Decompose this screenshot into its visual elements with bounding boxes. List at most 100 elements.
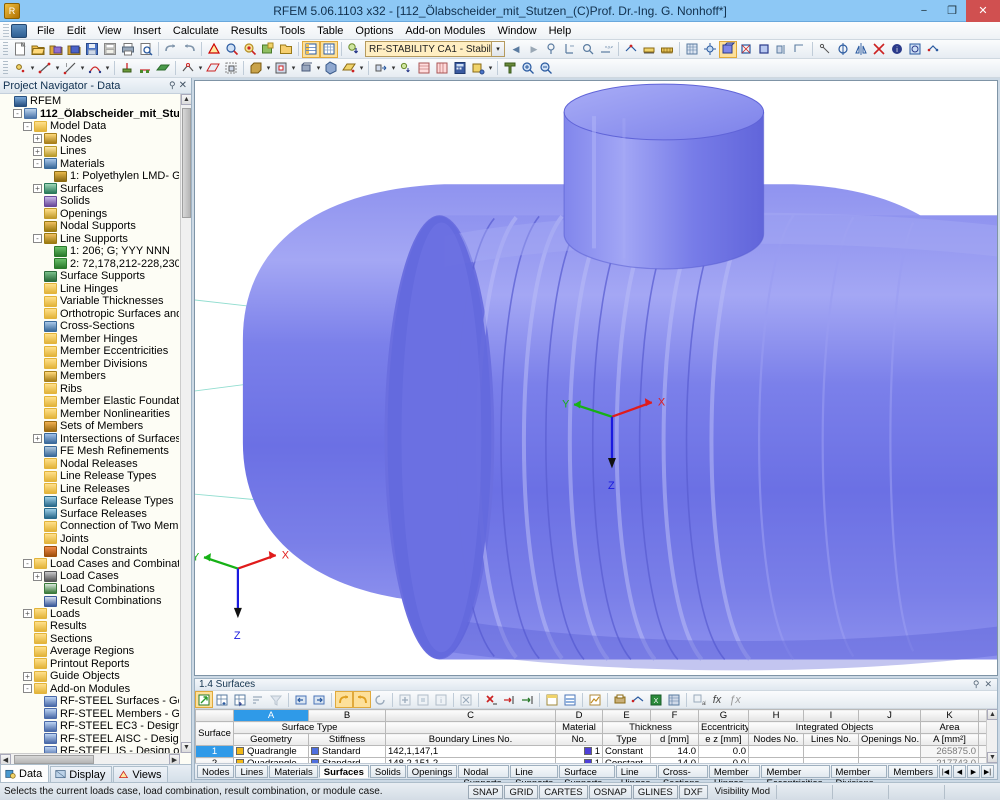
calc-icon[interactable] xyxy=(451,60,469,77)
dimension-icon[interactable] xyxy=(791,41,809,58)
tree-item[interactable]: Nodal Constraints xyxy=(0,545,179,558)
cell-material-no[interactable]: 1 xyxy=(555,757,603,763)
menu-item-file[interactable]: File xyxy=(31,24,61,38)
row-header-surface-no[interactable]: 1 xyxy=(195,745,234,758)
cell-nodes-no[interactable] xyxy=(748,745,804,758)
navigator-tab-data[interactable]: Data xyxy=(0,764,50,782)
column-letter-a[interactable]: A xyxy=(233,709,309,722)
load-table-icon[interactable]: x,y,z xyxy=(597,41,615,58)
tree-item[interactable]: RF-STEEL Members - General stru xyxy=(0,708,179,721)
bearing-icon[interactable] xyxy=(640,41,658,58)
scroll-right-button[interactable]: ▶ xyxy=(169,754,180,764)
table-select-icon[interactable] xyxy=(414,691,432,708)
tree-item[interactable]: Member Elastic Foundations xyxy=(0,395,179,408)
table-print-icon[interactable] xyxy=(611,691,629,708)
tree-item[interactable]: Surface Releases xyxy=(0,508,179,521)
zoom-in-icon[interactable] xyxy=(223,41,241,58)
link-icon[interactable] xyxy=(924,41,942,58)
cell-boundary-lines[interactable]: 148,2,151,2 xyxy=(385,757,556,763)
menu-item-results[interactable]: Results xyxy=(225,24,274,38)
tree-item[interactable]: Surface Supports xyxy=(0,270,179,283)
surfaces-grid[interactable]: A B C D E F G H I J K L xyxy=(195,709,997,763)
status-toggle-grid[interactable]: GRID xyxy=(504,784,539,799)
table-layout-cols-icon[interactable] xyxy=(561,691,579,708)
column-letter-d[interactable]: D xyxy=(555,709,603,722)
cell-thickness-d[interactable]: 14.0 xyxy=(650,745,699,758)
tab-first-button[interactable]: |◀ xyxy=(939,765,952,778)
menu-item-help[interactable]: Help xyxy=(543,24,578,38)
table-tab-surface-supports[interactable]: Surface Supports xyxy=(559,765,615,789)
expand-toggle-icon[interactable]: + xyxy=(33,134,42,144)
table-tab-members[interactable]: Members xyxy=(888,765,938,778)
column-letter-e[interactable]: E xyxy=(602,709,651,722)
column-letter-b[interactable]: B xyxy=(308,709,386,722)
column-letter-g[interactable]: G xyxy=(698,709,749,722)
tree-item[interactable]: + Nodes xyxy=(0,133,179,146)
table-tab-openings[interactable]: Openings xyxy=(406,765,458,778)
grid-scrollbar-vertical[interactable]: ▲ ▼ xyxy=(986,709,997,763)
cell-geometry[interactable]: Quadrangle xyxy=(233,757,309,763)
table-edit2-icon[interactable] xyxy=(433,60,451,77)
expand-toggle-icon[interactable]: + xyxy=(33,434,42,444)
cell-boundary-lines[interactable]: 142,1,147,1 xyxy=(385,745,556,758)
table-tab-solids[interactable]: Solids xyxy=(369,765,406,778)
folder-open-icon[interactable] xyxy=(277,41,295,58)
zoom-out-icon[interactable] xyxy=(537,60,555,77)
cell-stiffness[interactable]: Standard xyxy=(308,745,386,758)
cell-material-no[interactable]: 1 xyxy=(555,745,603,758)
line-support-icon[interactable] xyxy=(136,60,154,77)
model-viewport-3d[interactable]: X Y Z X Y Z xyxy=(194,80,998,676)
tree-item[interactable]: Member Divisions xyxy=(0,358,179,371)
tree-item[interactable]: Load Combinations xyxy=(0,583,179,596)
tree-item[interactable]: 1: 206; G; YYY NNN xyxy=(0,245,179,258)
info-icon[interactable]: i xyxy=(888,41,906,58)
column-letter-i[interactable]: I xyxy=(803,709,859,722)
tree-item[interactable]: + Surfaces xyxy=(0,183,179,196)
tree-item[interactable]: Ribs xyxy=(0,383,179,396)
tree-item[interactable]: Connection of Two Members xyxy=(0,520,179,533)
table-excel-icon[interactable]: X xyxy=(647,691,665,708)
node-dropdown-icon[interactable]: ▾ xyxy=(29,64,36,72)
tree-item[interactable]: Result Combinations xyxy=(0,595,179,608)
table-tab-member-eccentricities[interactable]: Member Eccentricities xyxy=(761,765,830,789)
tree-item[interactable]: 2: 72,178,212-228,230,231; G; xyxy=(0,258,179,271)
member-dropdown-icon[interactable]: ▾ xyxy=(315,64,322,72)
corner-header[interactable] xyxy=(195,709,234,722)
tree-item[interactable]: Nodal Releases xyxy=(0,458,179,471)
table-refresh-icon[interactable] xyxy=(371,691,389,708)
collapse-toggle-icon[interactable]: - xyxy=(13,109,22,119)
hinge-dropdown-icon[interactable]: ▾ xyxy=(197,64,204,72)
tree-item[interactable]: Members xyxy=(0,370,179,383)
table-green-arrow-icon[interactable] xyxy=(195,691,213,708)
line-dim-dropdown-icon[interactable]: ▾ xyxy=(79,64,86,72)
delete-cross-icon[interactable] xyxy=(870,41,888,58)
line-icon[interactable] xyxy=(36,60,54,77)
opening-dropdown-icon[interactable]: ▾ xyxy=(290,64,297,72)
cell-lines-no[interactable] xyxy=(803,745,859,758)
expand-toggle-icon[interactable]: + xyxy=(23,609,32,619)
expand-toggle-icon[interactable]: + xyxy=(33,184,42,194)
tree-scrollbar-horizontal[interactable]: ◀ ▶ xyxy=(0,753,180,764)
cell-eccentricity-ez[interactable]: 0.0 xyxy=(698,745,749,758)
member-icon[interactable] xyxy=(297,60,315,77)
scroll-up-button[interactable]: ▲ xyxy=(181,94,191,105)
table-link-icon[interactable] xyxy=(629,691,647,708)
tree-item[interactable]: RFEM xyxy=(0,95,179,108)
tree-item[interactable]: Surface Release Types xyxy=(0,495,179,508)
table-tab-surfaces[interactable]: Surfaces xyxy=(318,765,369,778)
cell-lines-no[interactable] xyxy=(803,757,859,763)
table-row[interactable]: 2QuadrangleStandard148,2,151,21Constant1… xyxy=(195,757,997,763)
collapse-toggle-icon[interactable]: - xyxy=(23,684,32,694)
status-toggle-dxf[interactable]: DXF xyxy=(678,784,708,799)
opening-icon[interactable] xyxy=(272,60,290,77)
fe-mesh-icon[interactable] xyxy=(683,41,701,58)
table-row[interactable]: 1 Quadrangle Standard 142,1,147,1 1 Constant 1… xyxy=(195,745,997,758)
tree-item[interactable]: + Load Cases xyxy=(0,570,179,583)
zoom-window-icon[interactable] xyxy=(241,41,259,58)
table-delete-row-icon[interactable] xyxy=(482,691,500,708)
table-undo-icon[interactable] xyxy=(335,691,353,708)
tree-item[interactable]: + Lines xyxy=(0,145,179,158)
table-sort-icon[interactable] xyxy=(249,691,267,708)
table-tab-member-divisions[interactable]: Member Divisions xyxy=(830,765,888,789)
tab-last-button[interactable]: ▶| xyxy=(981,765,994,778)
